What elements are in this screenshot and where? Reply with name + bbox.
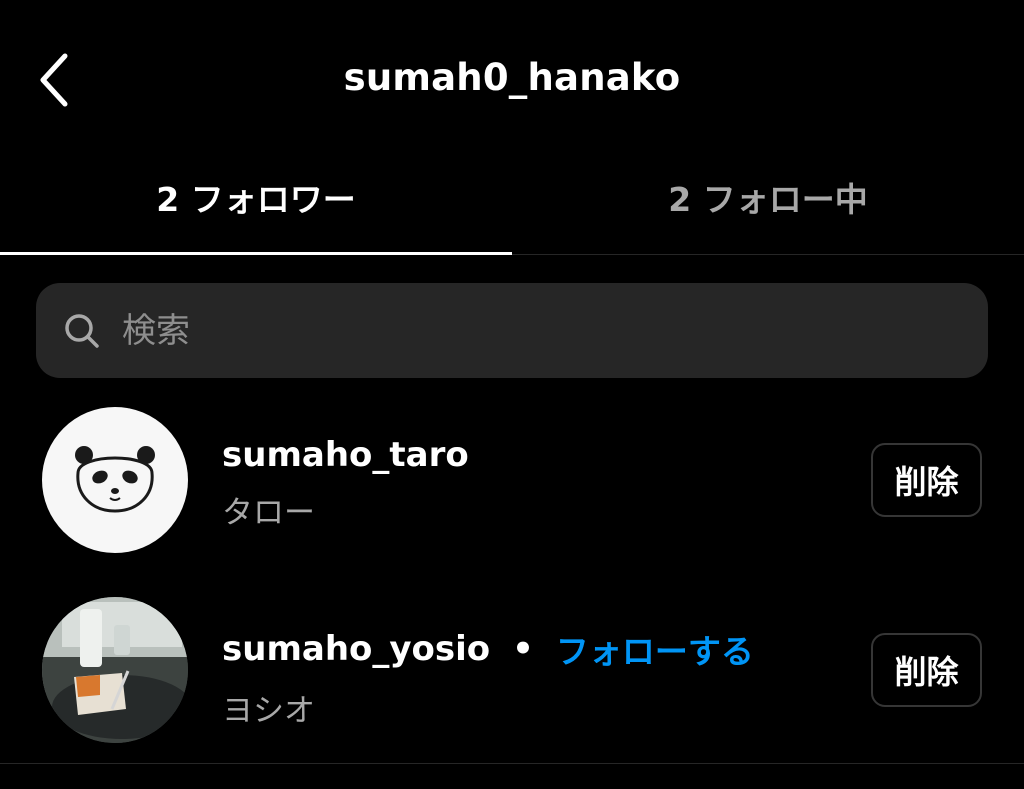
- separator-dot: •: [512, 629, 534, 669]
- username-line: sumaho_yosio • フォローする: [222, 625, 754, 673]
- username[interactable]: sumaho_yosio: [222, 629, 490, 669]
- active-tab-indicator: [0, 252, 512, 255]
- tab-following[interactable]: 2 フォロー中: [512, 160, 1024, 254]
- avatar[interactable]: [42, 597, 188, 743]
- divider: [0, 763, 1024, 764]
- follower-row: sumaho_taro タロー 削除: [0, 405, 1024, 555]
- display-name: ヨシオ: [222, 693, 315, 729]
- page-title: sumah0_hanako: [343, 56, 681, 99]
- top-bar: sumah0_hanako: [0, 0, 1024, 160]
- remove-button[interactable]: 削除: [871, 443, 982, 517]
- remove-button[interactable]: 削除: [871, 633, 982, 707]
- user-info: sumaho_yosio • フォローする ヨシオ: [222, 625, 754, 730]
- search-icon: [62, 311, 102, 351]
- tab-followers[interactable]: 2 フォロワー: [0, 160, 512, 255]
- username[interactable]: sumaho_taro: [222, 435, 469, 475]
- cafe-photo-avatar-icon: [42, 597, 188, 743]
- display-name: タロー: [222, 495, 315, 531]
- search-bar[interactable]: [36, 283, 988, 378]
- avatar[interactable]: [42, 407, 188, 553]
- username-line: sumaho_taro: [222, 435, 469, 475]
- tab-followers-label: 2 フォロワー: [156, 180, 356, 219]
- search-input[interactable]: [122, 300, 902, 361]
- user-info: sumaho_taro タロー: [222, 435, 469, 532]
- panda-avatar-icon: [75, 446, 155, 513]
- tab-bar: 2 フォロワー 2 フォロー中: [0, 160, 1024, 255]
- tab-following-label: 2 フォロー中: [668, 180, 868, 219]
- follower-row: sumaho_yosio • フォローする ヨシオ 削除: [0, 595, 1024, 745]
- follow-back-link[interactable]: フォローする: [556, 625, 754, 673]
